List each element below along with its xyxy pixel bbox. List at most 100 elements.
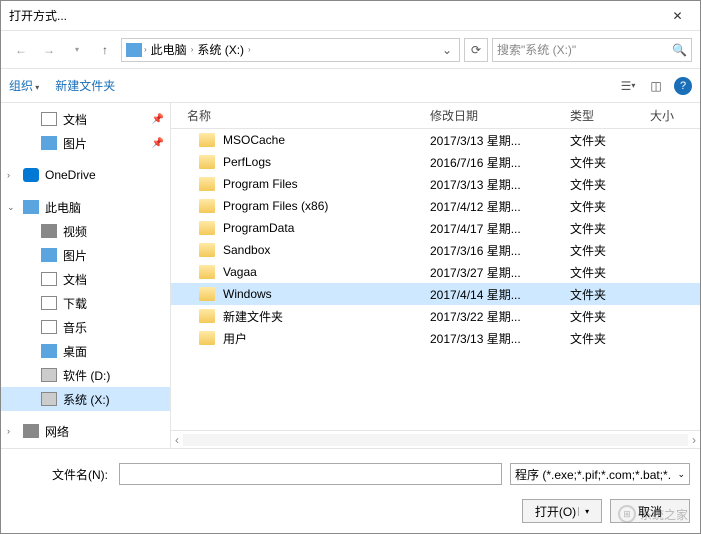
- header-type[interactable]: 类型: [570, 107, 650, 124]
- file-type: 文件夹: [570, 308, 650, 325]
- organize-menu[interactable]: 组织: [9, 77, 39, 94]
- file-date: 2017/4/14 星期...: [430, 286, 570, 303]
- vid-icon: [41, 224, 57, 238]
- folder-icon: [199, 243, 215, 257]
- file-name: Program Files: [223, 177, 298, 191]
- preview-pane-button[interactable]: ◫: [646, 76, 666, 96]
- tree-label: 下载: [63, 295, 87, 312]
- tree-label: 桌面: [63, 343, 87, 360]
- file-date: 2017/3/13 星期...: [430, 330, 570, 347]
- file-row[interactable]: 新建文件夹2017/3/22 星期...文件夹: [171, 305, 700, 327]
- scroll-left-icon[interactable]: ‹: [175, 433, 179, 447]
- pc-icon: [23, 200, 39, 214]
- address-bar[interactable]: › 此电脑 › 系统 (X:) › ⌄: [121, 38, 460, 62]
- header-size[interactable]: 大小: [650, 107, 700, 124]
- tree-label: OneDrive: [45, 168, 96, 182]
- recent-dropdown[interactable]: ▾: [65, 38, 89, 62]
- breadcrumb-segment[interactable]: 系统 (X:): [195, 41, 246, 58]
- chevron-right-icon[interactable]: ›: [144, 45, 147, 54]
- file-row[interactable]: 用户 2017/3/13 星期...文件夹: [171, 327, 700, 349]
- header-name[interactable]: 名称: [171, 107, 430, 124]
- folder-icon: [199, 155, 215, 169]
- file-row[interactable]: Sandbox2017/3/16 星期...文件夹: [171, 239, 700, 261]
- scrollbar-track[interactable]: [183, 434, 688, 446]
- file-date: 2017/3/22 星期...: [430, 308, 570, 325]
- file-type: 文件夹: [570, 176, 650, 193]
- file-date: 2017/4/12 星期...: [430, 198, 570, 215]
- file-row[interactable]: Program Files (x86) 2017/4/12 星期...文件夹: [171, 195, 700, 217]
- open-button[interactable]: 打开(O) ▾: [522, 499, 602, 523]
- cancel-button[interactable]: 取消: [610, 499, 690, 523]
- pc-icon: [126, 43, 142, 57]
- net-icon: [23, 424, 39, 438]
- split-chevron-icon[interactable]: ▾: [578, 507, 589, 516]
- file-type-filter[interactable]: 程序 (*.exe;*.pif;*.com;*.bat;*. ⌄: [510, 463, 690, 485]
- tree-item[interactable]: 文档📌: [1, 107, 170, 131]
- scroll-right-icon[interactable]: ›: [692, 433, 696, 447]
- navbar: ← → ▾ ↑ › 此电脑 › 系统 (X:) › ⌄ ⟳ 搜索"系统 (X:)…: [1, 31, 700, 69]
- file-row[interactable]: Windows2017/4/14 星期...文件夹: [171, 283, 700, 305]
- tree-label: 此电脑: [45, 199, 81, 216]
- filter-text: 程序 (*.exe;*.pif;*.com;*.bat;*.: [515, 466, 671, 483]
- navigation-tree[interactable]: 文档📌图片📌›OneDrive⌄此电脑视频图片文档下载音乐桌面软件 (D:)系统…: [1, 103, 171, 448]
- tree-item[interactable]: ⌄ 此电脑: [1, 195, 170, 219]
- file-type: 文件夹: [570, 330, 650, 347]
- file-row[interactable]: Vagaa2017/3/27 星期...文件夹: [171, 261, 700, 283]
- up-button[interactable]: ↑: [93, 38, 117, 62]
- file-name: Program Files (x86): [223, 199, 328, 213]
- tree-item[interactable]: › OneDrive: [1, 163, 170, 187]
- chevron-right-icon[interactable]: ›: [248, 45, 251, 54]
- search-icon: 🔍: [672, 43, 687, 57]
- folder-icon: [199, 133, 215, 147]
- filename-input[interactable]: [119, 463, 502, 485]
- expand-chevron-icon[interactable]: ›: [7, 170, 17, 180]
- file-row[interactable]: MSOCache2017/3/13 星期...文件夹: [171, 129, 700, 151]
- header-date[interactable]: 修改日期: [430, 107, 570, 124]
- tree-item[interactable]: 下载: [1, 291, 170, 315]
- file-row[interactable]: PerfLogs2016/7/16 星期...文件夹: [171, 151, 700, 173]
- tree-item[interactable]: 视频: [1, 219, 170, 243]
- file-type: 文件夹: [570, 286, 650, 303]
- file-date: 2016/7/16 星期...: [430, 154, 570, 171]
- tree-label: 图片: [63, 135, 87, 152]
- file-type: 文件夹: [570, 198, 650, 215]
- file-name: 用户: [223, 330, 247, 347]
- back-button[interactable]: ←: [9, 38, 33, 62]
- file-name: PerfLogs: [223, 155, 271, 169]
- folder-icon: [199, 287, 215, 301]
- dialog-footer: 文件名(N): 程序 (*.exe;*.pif;*.com;*.bat;*. ⌄…: [1, 448, 700, 533]
- pin-icon: 📌: [152, 138, 164, 149]
- chevron-right-icon[interactable]: ›: [191, 45, 194, 54]
- view-options-button[interactable]: ☰▾: [618, 76, 638, 96]
- tree-label: 网络: [45, 423, 69, 440]
- tree-item[interactable]: 图片 📌: [1, 131, 170, 155]
- tree-label: 文档: [63, 271, 87, 288]
- expand-chevron-icon[interactable]: ›: [7, 426, 17, 436]
- help-button[interactable]: ?: [674, 77, 692, 95]
- file-name: Vagaa: [223, 265, 257, 279]
- refresh-button[interactable]: ⟳: [464, 38, 488, 62]
- new-folder-button[interactable]: 新建文件夹: [55, 77, 115, 94]
- address-dropdown[interactable]: ⌄: [439, 43, 455, 57]
- close-button[interactable]: ✕: [655, 1, 700, 31]
- doc-icon: [41, 112, 57, 126]
- tree-item[interactable]: 文档: [1, 267, 170, 291]
- tree-item[interactable]: 音乐: [1, 315, 170, 339]
- search-input[interactable]: 搜索"系统 (X:)" 🔍: [492, 38, 692, 62]
- search-placeholder: 搜索"系统 (X:)": [497, 41, 576, 58]
- tree-item[interactable]: 图片: [1, 243, 170, 267]
- file-list[interactable]: MSOCache2017/3/13 星期...文件夹 PerfLogs 2016/7…: [171, 129, 700, 430]
- tree-item[interactable]: 软件 (D:): [1, 363, 170, 387]
- tree-item[interactable]: › 网络: [1, 419, 170, 443]
- expand-chevron-icon[interactable]: ⌄: [7, 202, 17, 213]
- column-headers[interactable]: 名称 修改日期 类型 大小: [171, 103, 700, 129]
- doc-icon: [41, 272, 57, 286]
- file-row[interactable]: ProgramData2017/4/17 星期...文件夹: [171, 217, 700, 239]
- horizontal-scrollbar[interactable]: ‹ ›: [171, 430, 700, 448]
- file-row[interactable]: Program Files2017/3/13 星期...文件夹: [171, 173, 700, 195]
- breadcrumb-segment[interactable]: 此电脑: [149, 41, 189, 58]
- tree-item[interactable]: 系统 (X:): [1, 387, 170, 411]
- tree-item[interactable]: 桌面: [1, 339, 170, 363]
- pic-icon: [41, 136, 57, 150]
- file-date: 2017/4/17 星期...: [430, 220, 570, 237]
